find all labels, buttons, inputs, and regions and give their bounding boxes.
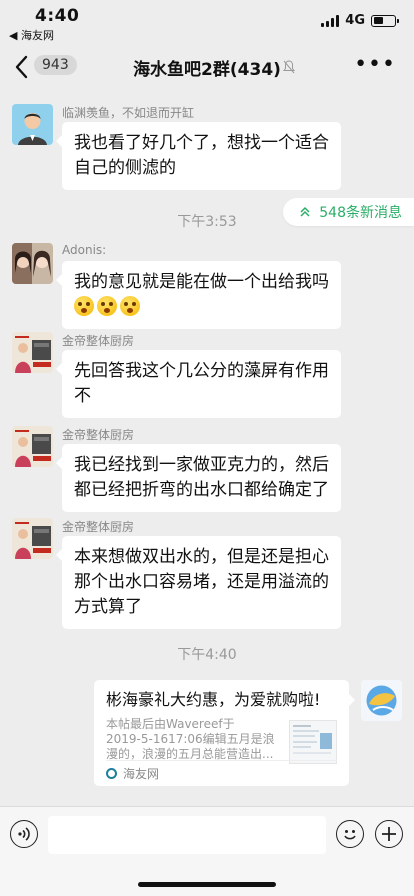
message-line: 不 xyxy=(74,386,91,406)
message-bubble[interactable]: 先回答我这个几公分的藻屏有作用 不 xyxy=(56,350,341,418)
status-bar: 4:40 ◀ 海友网 4G xyxy=(0,0,414,44)
link-card-title: 彬海豪礼大约惠，为爱就购啦! xyxy=(106,690,321,709)
site-logo-icon xyxy=(106,768,117,779)
chat-header: 943 海水鱼吧2群(434) ••• xyxy=(0,44,414,90)
chat-title: 海水鱼吧2群(434) xyxy=(133,60,281,80)
flushed-face-emoji-icon xyxy=(120,296,140,316)
link-card-description: 本帖最后由Wavereef于 2019-5-1617:06编辑五月是浪 漫的，浪… xyxy=(106,717,281,762)
my-avatar[interactable] xyxy=(361,680,402,721)
sender-name: 金帝整体厨房 xyxy=(62,520,135,534)
more-functions-button[interactable] xyxy=(375,820,403,848)
plus-icon xyxy=(382,827,396,841)
avatar[interactable] xyxy=(12,518,53,559)
message-line: 先回答我这个几公分的藻屏有作用 xyxy=(74,361,329,381)
flushed-face-emoji-icon xyxy=(97,296,117,316)
description-line: 本帖最后由Wavereef于 xyxy=(106,717,235,731)
status-time: 4:40 xyxy=(35,6,80,26)
input-bar xyxy=(0,806,414,862)
message-line: 我的意见就是能在做一个出给我吗 xyxy=(74,272,329,292)
message-line: 自己的侧滤的 xyxy=(74,158,176,178)
link-card-thumbnail xyxy=(289,720,337,764)
more-options-button[interactable]: ••• xyxy=(354,54,396,76)
voice-input-button[interactable] xyxy=(10,820,38,848)
description-line: 2019-5-1617:06编辑五月是浪 xyxy=(106,732,275,746)
avatar[interactable] xyxy=(12,104,53,145)
timestamp: 下午3:53 xyxy=(177,214,237,230)
message-bubble[interactable]: 本来想做双出水的，但是还是担心 那个出水口容易堵，还是用溢流的 方式算了 xyxy=(56,536,341,629)
message-line: 我也看了好几个了，想找一个适合 xyxy=(74,133,329,153)
emoji-row xyxy=(74,295,329,320)
network-type: 4G xyxy=(345,13,365,28)
message-bubble[interactable]: 我的意见就是能在做一个出给我吗 xyxy=(56,261,341,329)
link-card[interactable]: 彬海豪礼大约惠，为爱就购啦! 本帖最后由Wavereef于 2019-5-161… xyxy=(94,680,355,786)
sender-name: Adonis: xyxy=(62,243,107,257)
flushed-face-emoji-icon xyxy=(74,296,94,316)
home-indicator[interactable] xyxy=(138,882,276,887)
voice-icon xyxy=(18,827,30,841)
bell-off-icon xyxy=(283,60,295,74)
message-line: 都已经把折弯的出水口都给确定了 xyxy=(74,480,329,500)
link-card-source: 海友网 xyxy=(106,760,337,782)
message-bubble[interactable]: 我已经找到一家做亚克力的，然后 都已经把折弯的出水口都给确定了 xyxy=(56,444,341,512)
avatar[interactable] xyxy=(12,243,53,284)
message-line: 那个出水口容易堵，还是用溢流的 xyxy=(74,572,329,592)
avatar[interactable] xyxy=(12,426,53,467)
home-indicator-area xyxy=(0,862,414,896)
smiley-icon xyxy=(344,830,356,840)
message-line: 我已经找到一家做亚克力的，然后 xyxy=(74,455,329,475)
message-bubble[interactable]: 我也看了好几个了，想找一个适合 自己的侧滤的 xyxy=(56,122,341,190)
message-input[interactable] xyxy=(48,816,326,854)
sender-name: 金帝整体厨房 xyxy=(62,428,135,442)
sender-name: 临渊羡鱼，不如退而开缸 xyxy=(62,106,195,120)
sender-name: 金帝整体厨房 xyxy=(62,334,135,348)
emoji-button[interactable] xyxy=(336,820,364,848)
signal-icon xyxy=(321,14,340,27)
message-list[interactable]: 临渊羡鱼，不如退而开缸 我也看了好几个了，想找一个适合 自己的侧滤的 548条新… xyxy=(0,90,414,806)
source-name: 海友网 xyxy=(123,767,160,781)
message-line: 本来想做双出水的，但是还是担心 xyxy=(74,547,329,567)
avatar[interactable] xyxy=(12,332,53,373)
back-to-app-link[interactable]: ◀ 海友网 xyxy=(9,27,54,43)
battery-icon xyxy=(371,14,399,27)
timestamp: 下午4:40 xyxy=(177,647,237,663)
message-line: 方式算了 xyxy=(74,597,142,617)
